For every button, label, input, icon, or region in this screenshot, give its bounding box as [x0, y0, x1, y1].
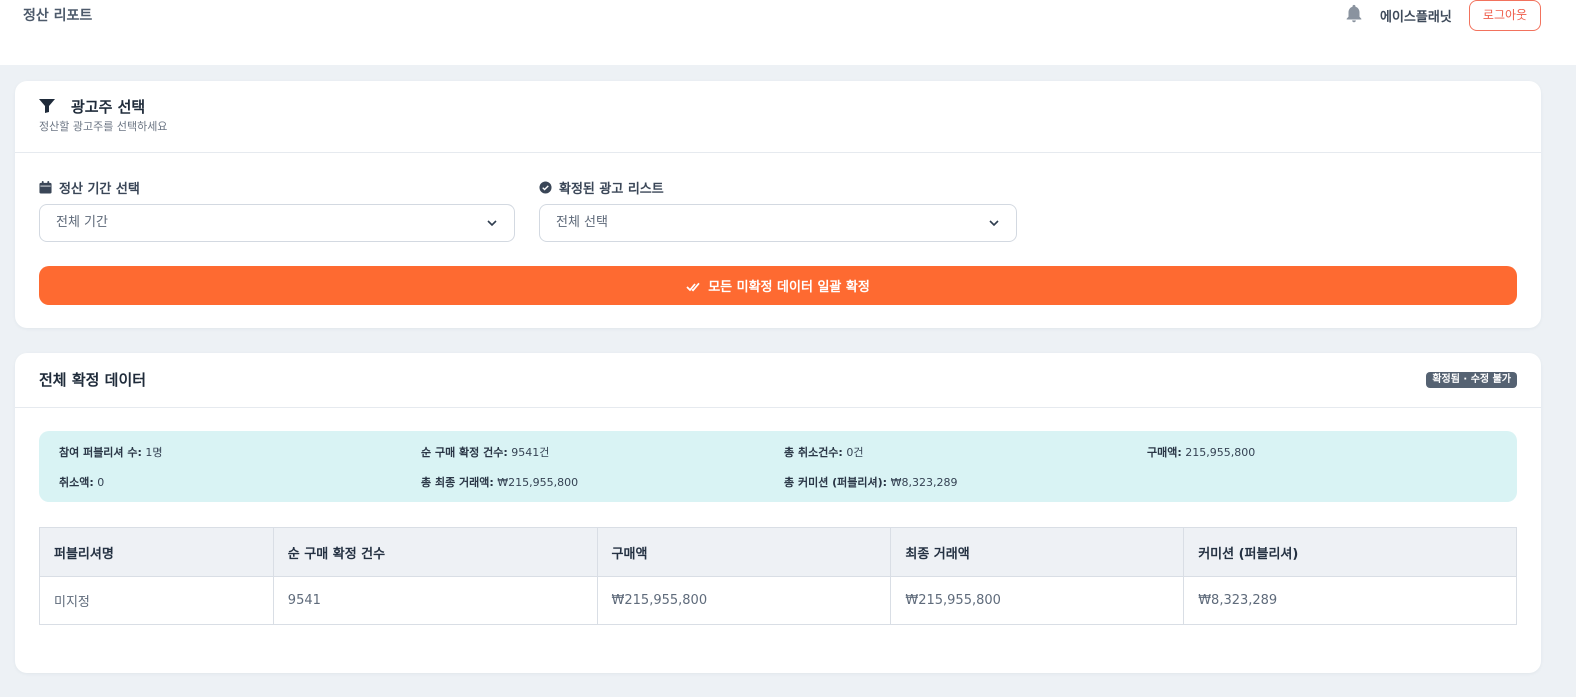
filter-icon — [39, 99, 55, 113]
table-cell: ₩8,323,289 — [1183, 576, 1517, 625]
period-select-value: 전체 기간 — [56, 215, 108, 230]
column-header: 커미션 (퍼블리셔) — [1183, 527, 1517, 577]
period-label-text: 정산 기간 선택 — [59, 182, 140, 197]
page-title: 정산 리포트 — [23, 8, 93, 24]
status-badge: 확정됨 · 수정 불가 — [1426, 372, 1517, 388]
bell-icon[interactable] — [1343, 3, 1365, 25]
ads-select[interactable]: 전체 선택 — [539, 204, 1017, 242]
publisher-table: 퍼블리셔명 순 구매 확정 건수 구매액 최종 거래액 커미션 (퍼블리셔) 미… — [39, 527, 1517, 625]
table-cell: 미지정 — [39, 576, 274, 625]
table-cell: 9541 — [272, 576, 598, 625]
summary-panel: 참여 퍼블리셔 수: 1명 순 구매 확정 건수: 9541건 총 취소건수: … — [39, 431, 1517, 502]
top-bar: 정산 리포트 에이스플래닛 로그아웃 — [0, 0, 1576, 65]
summary-commission: 총 커미션 (퍼블리셔): ₩8,323,289 — [784, 476, 958, 489]
period-select[interactable]: 전체 기간 — [39, 204, 515, 242]
ads-label-text: 확정된 광고 리스트 — [559, 182, 664, 197]
card-title: 광고주 선택 — [71, 98, 146, 116]
logout-button[interactable]: 로그아웃 — [1469, 0, 1541, 31]
column-header: 최종 거래액 — [890, 527, 1185, 577]
summary-cancel-amount: 취소액: 0 — [59, 476, 105, 489]
advertiser-select-card: 광고주 선택 정산할 광고주를 선택하세요 정산 기간 선택 전체 기간 확정된… — [15, 81, 1541, 328]
table-cell: ₩215,955,800 — [596, 576, 892, 625]
confirm-all-button[interactable]: 모든 미확정 데이터 일괄 확정 — [39, 266, 1517, 305]
column-header: 퍼블리셔명 — [39, 527, 274, 577]
column-header: 구매액 — [596, 527, 892, 577]
summary-purchase-amount: 구매액: 215,955,800 — [1147, 446, 1256, 459]
chevron-down-icon — [989, 220, 999, 227]
summary-publishers: 참여 퍼블리셔 수: 1명 — [59, 446, 163, 459]
card-subtitle: 정산할 광고주를 선택하세요 — [39, 120, 168, 133]
confirm-all-label: 모든 미확정 데이터 일괄 확정 — [708, 280, 870, 295]
double-check-icon — [686, 282, 700, 291]
check-circle-icon — [539, 181, 552, 194]
table-header-row: 퍼블리셔명 순 구매 확정 건수 구매액 최종 거래액 커미션 (퍼블리셔) — [39, 527, 1517, 577]
ads-label: 확정된 광고 리스트 — [539, 178, 664, 197]
ads-select-value: 전체 선택 — [556, 215, 608, 230]
table-row: 미지정 9541 ₩215,955,800 ₩215,955,800 ₩8,32… — [39, 576, 1517, 625]
table-cell: ₩215,955,800 — [890, 576, 1185, 625]
column-header: 순 구매 확정 건수 — [272, 527, 598, 577]
period-label: 정산 기간 선택 — [39, 178, 140, 197]
card-header: 광고주 선택 정산할 광고주를 선택하세요 — [15, 81, 1541, 153]
company-name: 에이스플래닛 — [1380, 10, 1452, 25]
summary-final-amount: 총 최종 거래액: ₩215,955,800 — [421, 476, 579, 489]
summary-cancellations: 총 취소건수: 0건 — [784, 446, 864, 459]
card-title: 전체 확정 데이터 — [39, 371, 147, 389]
summary-net-purchases: 순 구매 확정 건수: 9541건 — [421, 446, 550, 459]
confirmed-data-card: 전체 확정 데이터 확정됨 · 수정 불가 참여 퍼블리셔 수: 1명 순 구매… — [15, 353, 1541, 673]
card-header: 전체 확정 데이터 확정됨 · 수정 불가 — [15, 353, 1541, 408]
calendar-icon — [39, 181, 52, 194]
chevron-down-icon — [487, 220, 497, 227]
